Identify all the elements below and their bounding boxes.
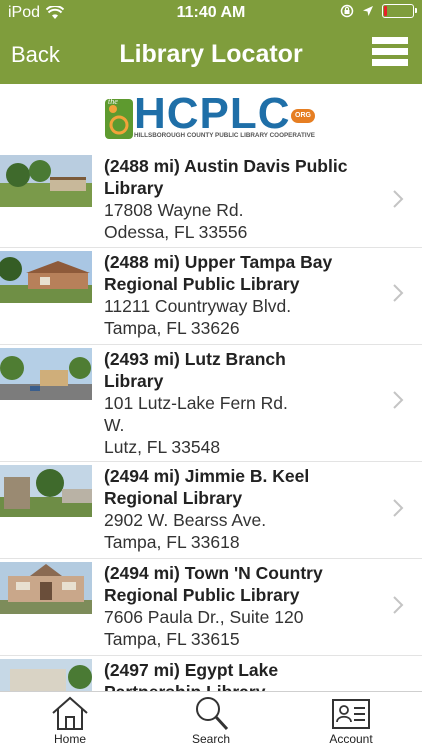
list-item[interactable]: (2488 mi) Upper Tampa Bay Regional Publi… (0, 248, 422, 345)
hcplc-logo: the HCPLC ORG HILLSBOROUGH COUNTY PUBLIC… (104, 89, 318, 143)
library-name-line: Regional Public Library (104, 274, 300, 294)
list-item[interactable]: (2494 mi) Jimmie B. Keel Regional Librar… (0, 462, 422, 559)
library-city: Odessa, FL 33556 (104, 222, 248, 242)
library-name: (2493 mi) Lutz Branch Library (104, 348, 374, 392)
library-info: (2497 mi) Egypt Lake Partnership Library (104, 659, 374, 691)
library-name-line: Library (104, 178, 164, 198)
search-icon (196, 697, 229, 731)
account-card-icon (332, 699, 370, 729)
location-arrow-icon (363, 6, 373, 16)
status-bar: iPod 11:40 AM (0, 0, 422, 27)
library-name: (2497 mi) Egypt Lake Partnership Library (104, 659, 374, 691)
tab-home[interactable]: Home (25, 692, 115, 750)
library-name-line: (2488 mi) Upper Tampa Bay (104, 252, 333, 272)
chevron-right-icon (393, 284, 404, 302)
library-info: (2494 mi) Jimmie B. Keel Regional Librar… (104, 465, 374, 553)
library-name-line: Regional Public Library (104, 585, 300, 605)
list-item[interactable]: (2488 mi) Austin Davis Public Library 17… (0, 151, 422, 248)
library-name-line: (2494 mi) Jimmie B. Keel (104, 466, 310, 486)
library-city: Lutz, FL 33548 (104, 437, 221, 457)
tab-search[interactable]: Search (166, 692, 256, 750)
library-name-line: Partnership Library (104, 681, 374, 691)
library-address: 101 Lutz-Lake Fern Rd. (104, 393, 288, 413)
library-photo (0, 562, 92, 614)
tab-account-label: Account (329, 732, 373, 746)
logo-area: the HCPLC ORG HILLSBOROUGH COUNTY PUBLIC… (0, 84, 422, 154)
library-address: 17808 Wayne Rd. (104, 200, 244, 220)
library-name-line: Library (104, 371, 164, 391)
library-name: (2494 mi) Jimmie B. Keel Regional Librar… (104, 465, 374, 509)
list-item[interactable]: (2494 mi) Town 'N Country Regional Publi… (0, 559, 422, 656)
svg-text:the: the (108, 97, 118, 106)
library-name-line: Regional Library (104, 488, 243, 508)
library-address: 11211 Countryway Blvd. (104, 296, 292, 316)
library-city: Tampa, FL 33626 (104, 318, 240, 338)
library-address: 7606 Paula Dr., Suite 120 (104, 607, 304, 627)
library-name-line: (2494 mi) Town 'N Country (104, 563, 323, 583)
chevron-right-icon (393, 499, 404, 517)
list-item[interactable]: (2497 mi) Egypt Lake Partnership Library (0, 656, 422, 691)
library-name-line: (2488 mi) Austin Davis Public (104, 156, 348, 176)
list-item[interactable]: (2493 mi) Lutz Branch Library 101 Lutz-L… (0, 345, 422, 462)
library-name-line: (2493 mi) Lutz Branch (104, 349, 286, 369)
library-photo (0, 251, 92, 303)
library-address-line-2: W. (104, 415, 125, 435)
library-info: (2488 mi) Austin Davis Public Library 17… (104, 155, 374, 243)
tab-home-label: Home (53, 732, 86, 746)
library-info: (2488 mi) Upper Tampa Bay Regional Publi… (104, 251, 374, 339)
library-photo (0, 348, 92, 400)
library-name-line: (2497 mi) Egypt Lake (104, 660, 279, 680)
library-address: 2902 W. Bearss Ave. (104, 510, 267, 530)
tab-search-label: Search (191, 732, 231, 746)
hamburger-menu-icon[interactable] (372, 37, 408, 73)
chevron-right-icon (393, 596, 404, 614)
library-info: (2493 mi) Lutz Branch Library 101 Lutz-L… (104, 348, 374, 458)
tab-account[interactable]: Account (306, 692, 396, 750)
status-right (340, 4, 417, 18)
library-info: (2494 mi) Town 'N Country Regional Publi… (104, 562, 374, 650)
orientation-lock-icon (340, 4, 354, 18)
library-list[interactable]: (2488 mi) Austin Davis Public Library 17… (0, 151, 422, 691)
library-photo (0, 659, 92, 691)
chevron-right-icon (393, 391, 404, 409)
library-photo (0, 465, 92, 517)
logo-gear-icon: the (105, 97, 133, 139)
tab-bar: Home Search Account (0, 691, 422, 750)
library-name: (2488 mi) Upper Tampa Bay Regional Publi… (104, 251, 374, 295)
logo-org-badge: ORG (291, 109, 315, 123)
navigation-bar: Back Library Locator (0, 27, 422, 84)
library-name: (2494 mi) Town 'N Country Regional Publi… (104, 562, 374, 606)
library-city: Tampa, FL 33618 (104, 532, 240, 552)
battery-icon (382, 4, 417, 18)
library-photo (0, 155, 92, 207)
logo-subtitle: HILLSBOROUGH COUNTY PUBLIC LIBRARY COOPE… (134, 132, 315, 139)
chevron-right-icon (393, 190, 404, 208)
page-title: Library Locator (119, 40, 303, 68)
library-city: Tampa, FL 33615 (104, 629, 240, 649)
library-name: (2488 mi) Austin Davis Public Library (104, 155, 374, 199)
back-button[interactable]: Back (11, 42, 60, 68)
home-icon (52, 696, 88, 730)
